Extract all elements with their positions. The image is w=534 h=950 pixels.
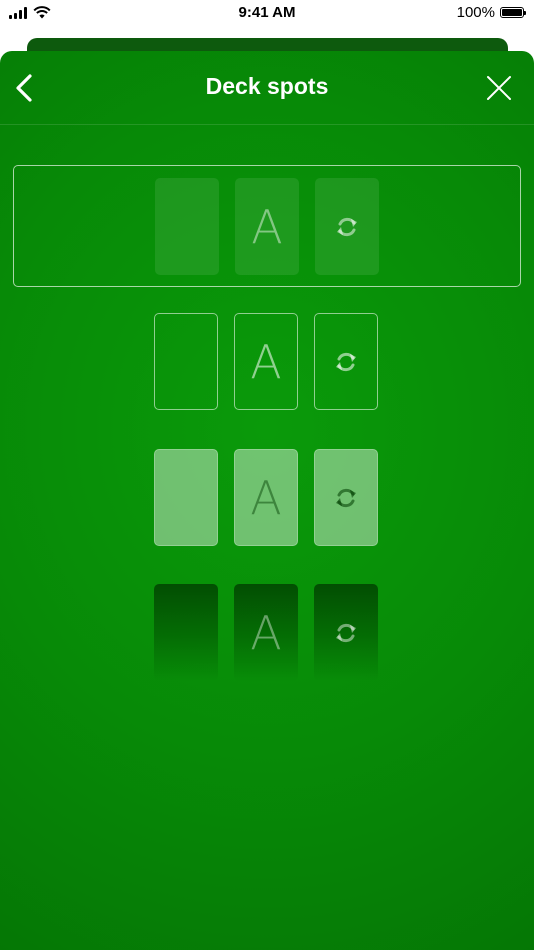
deck-spot-option-outline[interactable]: A <box>13 301 521 423</box>
recycle-spot <box>315 178 379 275</box>
stock-spot <box>154 584 218 681</box>
recycle-icon <box>336 488 356 507</box>
close-icon <box>487 76 511 100</box>
ace-label: A <box>251 199 283 254</box>
recycle-spot <box>314 313 378 410</box>
stock-spot <box>154 449 218 546</box>
foundation-spot: A <box>234 584 298 681</box>
status-right: 100% <box>456 4 526 21</box>
deck-spot-option-light[interactable]: A <box>13 437 521 559</box>
stock-spot <box>154 313 218 410</box>
foundation-spot: A <box>234 313 298 410</box>
close-button[interactable] <box>486 75 512 101</box>
deck-spots-sheet: Deck spots A A A A <box>0 51 534 950</box>
battery-percent: 100% <box>456 4 495 21</box>
ace-label: A <box>250 605 282 660</box>
ace-label: A <box>250 470 282 525</box>
status-bar: 9:41 AM 100% <box>0 0 534 26</box>
battery-icon <box>500 7 526 18</box>
page-title: Deck spots <box>205 73 329 99</box>
deck-spot-option-dark[interactable]: A <box>13 572 521 694</box>
deck-spot-option-fill[interactable]: A <box>13 165 521 287</box>
recycle-spot <box>314 584 378 681</box>
recycle-icon <box>336 352 356 371</box>
nav-bar: Deck spots <box>0 51 534 125</box>
foundation-spot: A <box>235 178 299 275</box>
battery-fill <box>502 9 522 16</box>
recycle-icon <box>336 623 356 642</box>
ace-label: A <box>250 334 282 389</box>
stock-spot <box>155 178 219 275</box>
recycle-icon <box>337 217 357 236</box>
recycle-spot <box>314 449 378 546</box>
status-time: 9:41 AM <box>238 4 296 21</box>
foundation-spot: A <box>234 449 298 546</box>
